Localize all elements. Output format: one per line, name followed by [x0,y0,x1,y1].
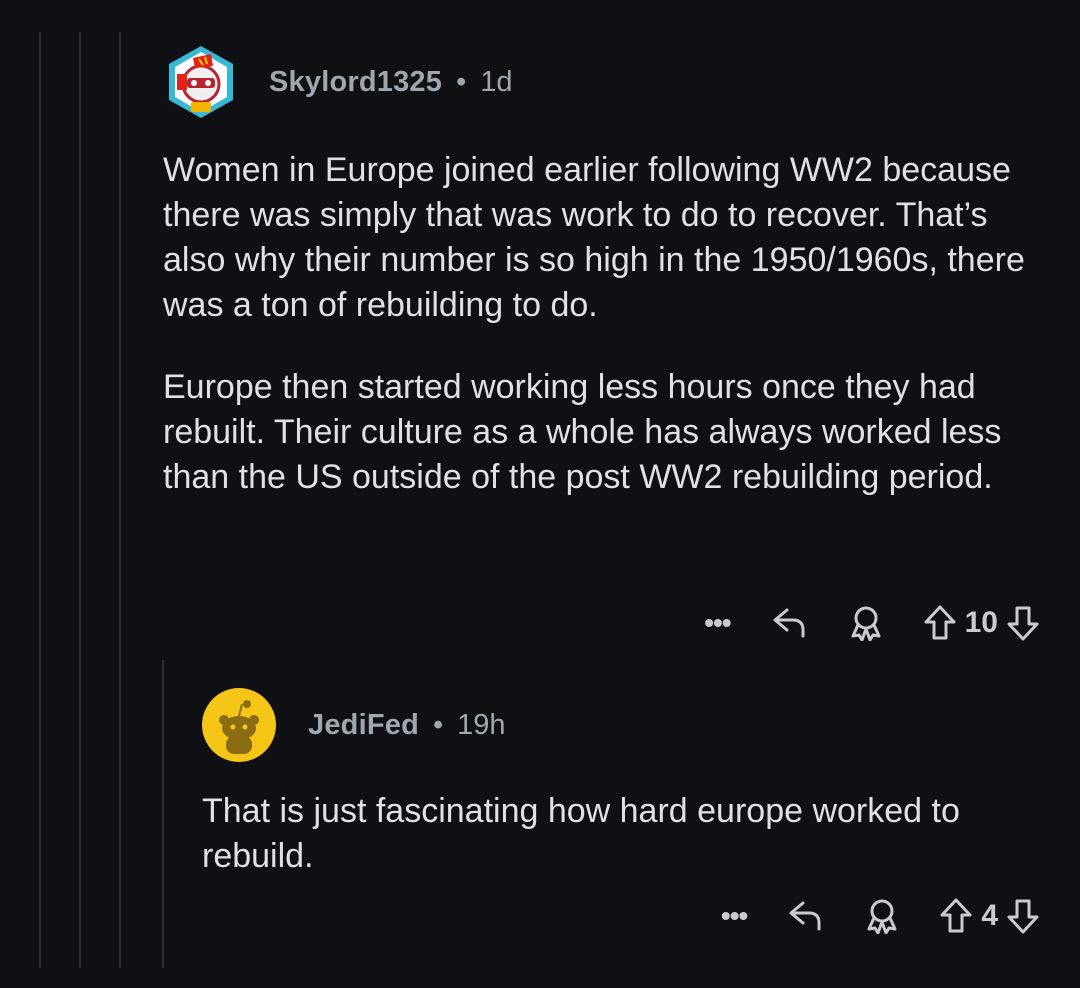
vote-score: 4 [981,899,998,932]
username[interactable]: Skylord1325 [269,66,442,99]
comment-body: Women in Europe joined earlier following… [163,148,1043,500]
reply-icon [773,608,805,638]
more-options-button[interactable]: ••• [721,900,748,932]
vote-score: 10 [964,606,998,639]
thread-line[interactable] [39,32,41,968]
comment: Skylord1325 • 1d Women in Europe joined … [163,40,1043,500]
comment-paragraph: Women in Europe joined earlier following… [163,151,1025,324]
upvote-icon[interactable] [939,897,973,935]
timestamp: 19h [457,708,506,741]
avatar-badge-icon[interactable] [163,44,239,120]
upvote-icon[interactable] [923,604,957,642]
award-icon [851,606,881,641]
downvote-icon[interactable] [1006,897,1040,935]
thread-line[interactable] [119,32,121,968]
comment-header: JediFed • 19h [202,685,1042,765]
reply-button[interactable] [771,606,809,640]
thread-line[interactable] [79,32,81,968]
award-button[interactable] [849,605,883,641]
username[interactable]: JediFed [308,709,419,742]
comment: JediFed • 19h That is just fascinating h… [202,685,1042,879]
comment-paragraph: Europe then started working less hours o… [163,368,1002,496]
timestamp: 1d [480,65,513,98]
reply-button[interactable] [787,899,825,933]
comment-paragraph: That is just fascinating how hard europe… [202,792,960,875]
separator-dot: • [456,65,467,98]
award-icon [867,899,897,934]
downvote-icon[interactable] [1006,604,1040,642]
comment-actions: ••• 10 [704,604,1040,642]
reply-icon [789,901,821,931]
thread-line[interactable] [162,660,164,968]
more-options-button[interactable]: ••• [704,607,731,639]
separator-dot: • [433,708,444,741]
snoo-avatar-icon[interactable] [202,688,276,762]
vote-controls: 4 [939,897,1040,935]
award-button[interactable] [865,898,899,934]
comment-body: That is just fascinating how hard europe… [202,789,1042,879]
comment-actions: ••• 4 [721,897,1040,935]
vote-controls: 10 [923,604,1040,642]
comment-header: Skylord1325 • 1d [163,40,1043,124]
